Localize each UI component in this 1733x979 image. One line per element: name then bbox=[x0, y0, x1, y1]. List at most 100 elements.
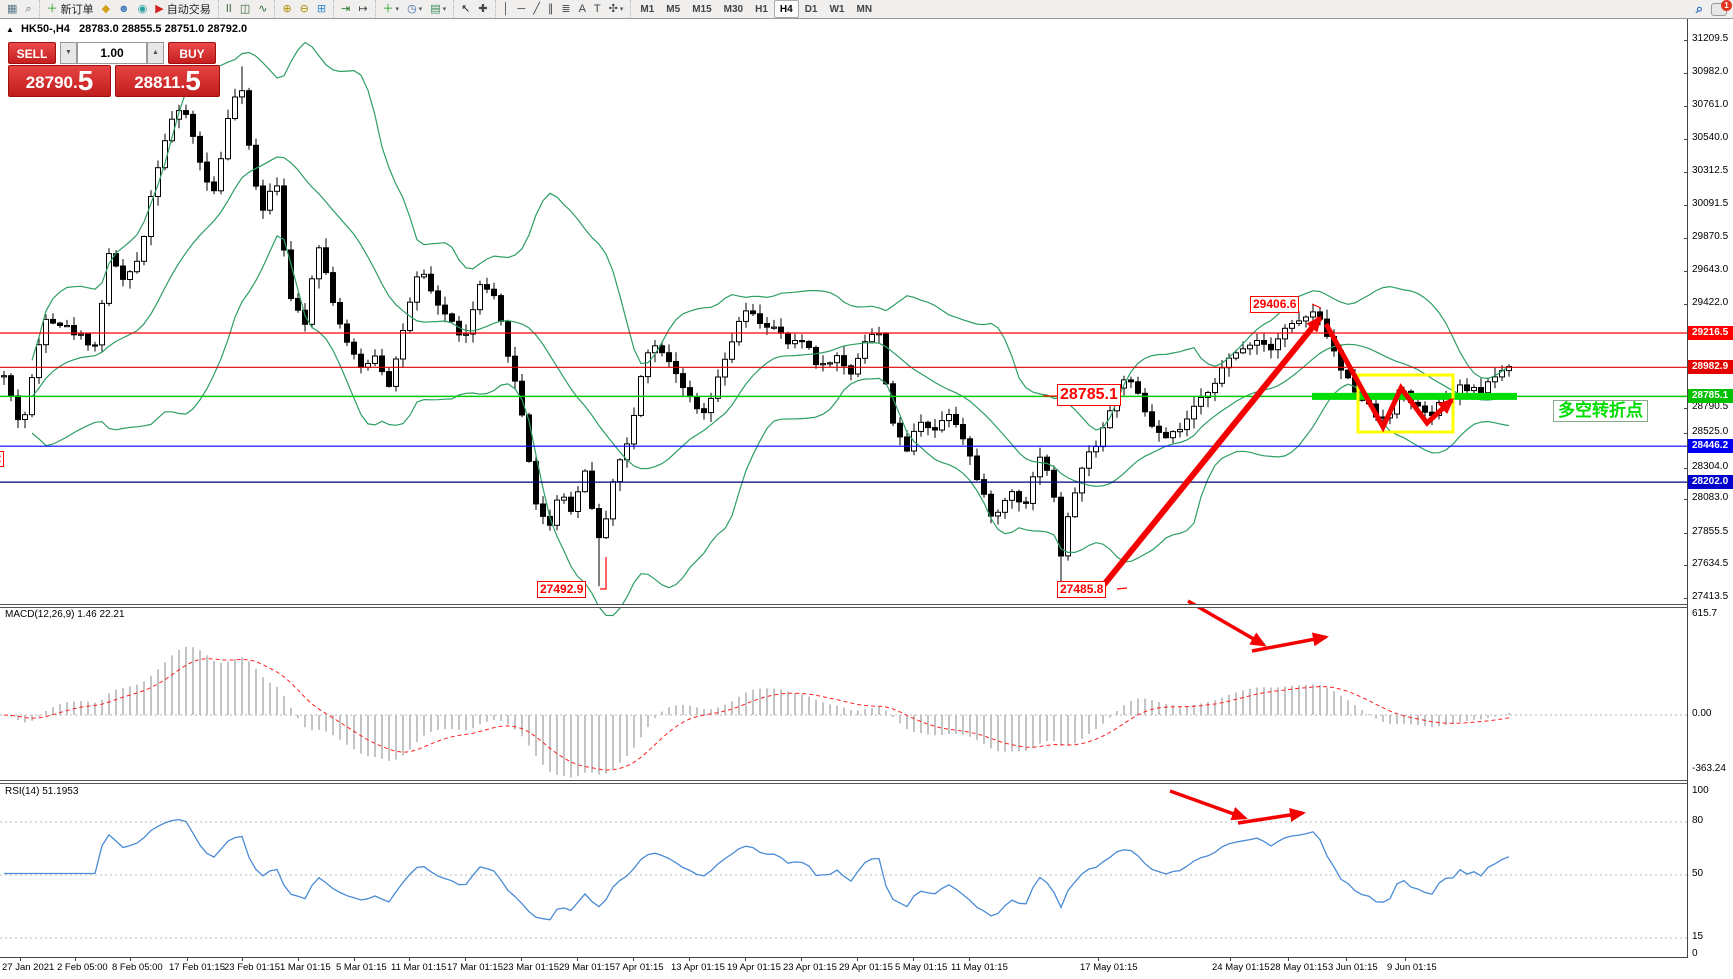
sell-price-button[interactable]: 28790. 5 bbox=[8, 65, 111, 97]
collapse-arrow-icon[interactable]: ▲ bbox=[6, 25, 14, 34]
new-order-icon: ＋ bbox=[47, 1, 58, 17]
timeframe-m1-button[interactable]: M1 bbox=[634, 0, 660, 18]
time-tick bbox=[130, 957, 131, 961]
price-axis-label: 28083.0 bbox=[1692, 492, 1728, 503]
buy-price-int: 28811. bbox=[134, 71, 185, 95]
fibonacci-tool-icon: ≣ bbox=[561, 1, 570, 17]
experts-button[interactable]: ☻ bbox=[114, 0, 134, 18]
price-annotation[interactable]: 29406.6 bbox=[1250, 296, 1299, 313]
vertical-line-tool-button[interactable]: │ bbox=[499, 0, 514, 18]
trendline-tool-icon: ╱ bbox=[533, 1, 540, 17]
timeframe-h1-button[interactable]: H1 bbox=[749, 0, 774, 18]
depth-of-market-icon: ◆ bbox=[102, 1, 110, 17]
signals-button[interactable]: ◉ bbox=[134, 0, 152, 18]
text-tool-icon: A bbox=[579, 1, 586, 17]
time-tick bbox=[633, 957, 634, 961]
price-axis-label: 30091.5 bbox=[1692, 198, 1728, 209]
volume-decrease-button[interactable]: ▼ bbox=[60, 42, 77, 64]
notification-badge: 1 bbox=[1721, 0, 1732, 11]
symbol-header: ▲ HK50-,H4 28783.0 28855.5 28751.0 28792… bbox=[6, 23, 247, 35]
price-badge: 28785.1 bbox=[1688, 389, 1733, 403]
auto-scroll-button[interactable]: ⇥ bbox=[337, 0, 354, 18]
periods-button[interactable]: ◷▾ bbox=[403, 0, 426, 18]
timeframe-m30-button[interactable]: M30 bbox=[718, 0, 749, 18]
volume-input[interactable]: 1.00 bbox=[77, 42, 147, 64]
bollinger-band bbox=[32, 236, 1509, 616]
tile-windows-icon: ⊞ bbox=[317, 1, 326, 17]
price-annotation[interactable]: 27485.8 bbox=[1057, 581, 1106, 598]
fibonacci-tool-button[interactable]: ≣ bbox=[557, 0, 574, 18]
timeframe-w1-button[interactable]: W1 bbox=[823, 0, 850, 18]
time-axis[interactable]: 27 Jan 20212 Feb 05:008 Feb 05:0017 Feb … bbox=[0, 958, 1733, 979]
axis-tick bbox=[1684, 106, 1688, 107]
indicators-button[interactable]: ＋▾ bbox=[379, 0, 404, 18]
candlestick-chart-button[interactable]: ◫ bbox=[236, 0, 254, 18]
toolbar-right: ⌕ 1 bbox=[1696, 0, 1727, 18]
indicators-icon: ＋ bbox=[383, 1, 394, 17]
volume-increase-button[interactable]: ▲ bbox=[147, 42, 164, 64]
timeframe-d1-button[interactable]: D1 bbox=[799, 0, 824, 18]
tile-windows-button[interactable]: ⊞ bbox=[313, 0, 330, 18]
autotrading-button[interactable]: ▶自动交易 bbox=[151, 0, 214, 18]
time-axis-label: 5 Mar 01:15 bbox=[336, 962, 387, 973]
time-tick bbox=[745, 957, 746, 961]
rsi-axis-label: 100 bbox=[1692, 785, 1709, 796]
timeframe-m5-button[interactable]: M5 bbox=[660, 0, 686, 18]
signals-icon: ◉ bbox=[138, 1, 148, 17]
buy-price-button[interactable]: 28811. 5 bbox=[115, 65, 220, 97]
time-axis-label: 17 Mar 01:15 bbox=[447, 962, 503, 973]
text-tool-button[interactable]: A bbox=[575, 0, 590, 18]
templates-button[interactable]: ▤▾ bbox=[426, 0, 450, 18]
equidistant-channel-tool-button[interactable]: ∥ bbox=[544, 0, 558, 18]
text-label-tool-button[interactable]: T bbox=[590, 0, 605, 18]
new-chart-button[interactable]: ▦ bbox=[3, 0, 21, 18]
timeframe-m15-button[interactable]: M15 bbox=[686, 0, 717, 18]
new-order-button[interactable]: ＋新订单 bbox=[43, 0, 98, 18]
bar-chart-button[interactable]: ⅼⅼ bbox=[222, 0, 236, 18]
zoom-out-icon: ⊖ bbox=[300, 1, 309, 17]
macd-panel-separator[interactable] bbox=[0, 604, 1733, 608]
price-axis-label: 28525.0 bbox=[1692, 426, 1728, 437]
arrows-tool-button[interactable]: ✣▾ bbox=[605, 0, 628, 18]
buy-button[interactable]: BUY bbox=[168, 42, 216, 64]
sell-button[interactable]: SELL bbox=[8, 42, 56, 64]
axis-tick bbox=[1684, 565, 1688, 566]
crosshair-tool-button[interactable]: ✚ bbox=[474, 0, 491, 18]
zoom-out-button[interactable]: ⊖ bbox=[296, 0, 313, 18]
horizontal-line-tool-button[interactable]: ─ bbox=[513, 0, 529, 18]
autotrading-icon: ▶ bbox=[155, 1, 163, 17]
macd-signal-line bbox=[4, 659, 1509, 770]
price-annotation[interactable]: 27492.9 bbox=[537, 581, 586, 598]
macd-axis-label: -363.24 bbox=[1692, 763, 1726, 774]
market-watch-button[interactable]: ⌕ bbox=[21, 0, 35, 18]
rsi-axis-label: 15 bbox=[1692, 931, 1703, 942]
chart-shift-button[interactable]: ↦ bbox=[354, 0, 371, 18]
line-chart-button[interactable]: ∿ bbox=[254, 0, 271, 18]
time-axis-label: 29 Mar 01:15 bbox=[559, 962, 615, 973]
price-annotation[interactable]: 28785.1 bbox=[1057, 384, 1121, 406]
chat-icon[interactable]: 1 bbox=[1711, 3, 1727, 16]
axis-tick bbox=[1684, 408, 1688, 409]
timeframe-h4-button[interactable]: H4 bbox=[774, 0, 799, 18]
price-axis[interactable]: 31209.530982.030761.030540.030312.530091… bbox=[1688, 0, 1733, 979]
search-icon[interactable]: ⌕ bbox=[1696, 1, 1703, 17]
trend-note-annotation[interactable]: 多空转折点 bbox=[1553, 400, 1648, 422]
toolbar-group: ⊕ ⊖ ⊞ bbox=[274, 0, 333, 18]
time-tick bbox=[409, 957, 410, 961]
timeframe-mn-button[interactable]: MN bbox=[850, 0, 878, 18]
zoom-in-button[interactable]: ⊕ bbox=[278, 0, 295, 18]
depth-of-market-button[interactable]: ◆ bbox=[98, 0, 114, 18]
rsi-panel-separator[interactable] bbox=[0, 780, 1733, 784]
toolbar-group: ⇥↦ bbox=[333, 0, 374, 18]
cursor-tool-button[interactable]: ↖ bbox=[457, 0, 474, 18]
axis-tick bbox=[1684, 205, 1688, 206]
trendline-tool-button[interactable]: ╱ bbox=[529, 0, 544, 18]
axis-tick bbox=[1684, 533, 1688, 534]
candlestick-chart-icon: ◫ bbox=[240, 1, 250, 17]
time-axis-label: 8 Feb 05:00 bbox=[112, 962, 163, 973]
chart-canvas[interactable] bbox=[0, 0, 1733, 979]
rsi-label: RSI(14) 51.1953 bbox=[5, 786, 78, 797]
time-axis-label: 29 Apr 01:15 bbox=[839, 962, 893, 973]
bollinger-band bbox=[32, 157, 1509, 486]
time-axis-label: 7 Apr 01:15 bbox=[615, 962, 664, 973]
